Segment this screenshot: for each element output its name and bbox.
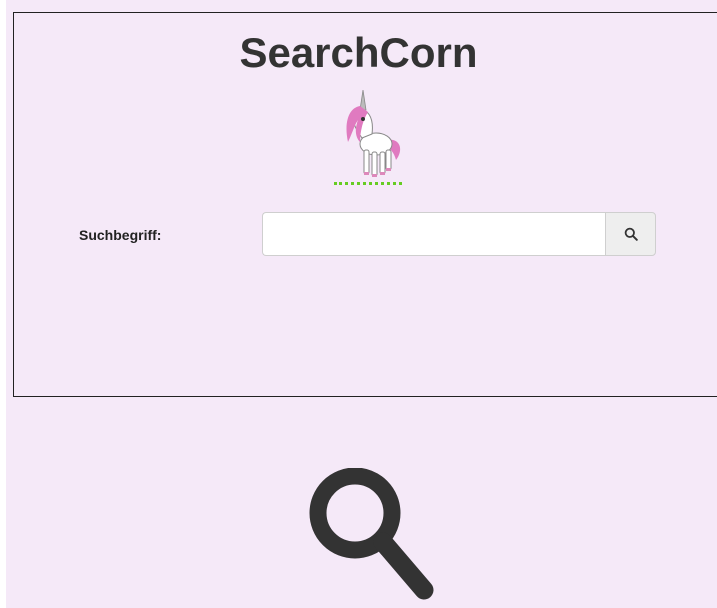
- search-button[interactable]: [605, 212, 656, 256]
- dotted-underline: [334, 182, 402, 185]
- unicorn-icon: [346, 89, 401, 177]
- page-title: SearchCorn: [239, 29, 478, 76]
- magnifier-icon: [309, 468, 434, 600]
- left-edge-strip: [0, 0, 6, 608]
- search-label: Suchbegriff:: [79, 227, 162, 243]
- search-bar: [262, 212, 656, 256]
- search-icon: [624, 227, 638, 241]
- search-input[interactable]: [262, 212, 605, 256]
